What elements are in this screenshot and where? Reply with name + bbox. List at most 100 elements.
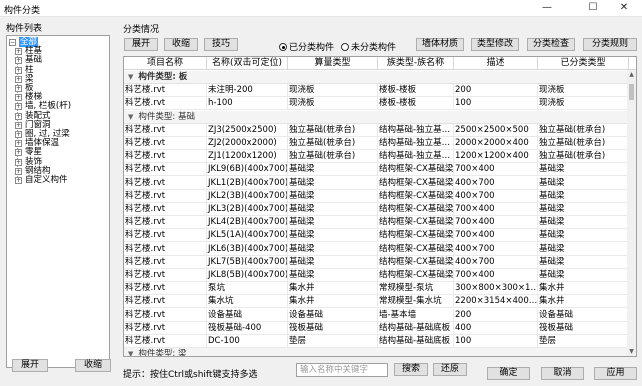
table-cell: 基础梁 <box>288 216 378 230</box>
table-cell: 100 <box>454 97 538 111</box>
close-icon[interactable]: ✕ <box>613 1 635 15</box>
cancel-button[interactable]: 取消 <box>541 367 584 380</box>
table-cell: 300×800×300×1… <box>455 282 538 296</box>
table-cell: 科艺楼.rvt <box>124 97 207 111</box>
component-tree[interactable]: − 全部 + 柱基 + 基础 + 柱 + 梁 + 板 + 楼梯 + 墙, 栏板(杆) + 装配式 + 门窗洞 + 圈, 过… <box>6 35 110 368</box>
wall-material-button[interactable]: 墙体材质 <box>416 38 464 51</box>
expand-node-icon[interactable]: + <box>15 121 22 129</box>
expand-node-icon[interactable]: + <box>15 177 22 184</box>
group-collapse-icon[interactable]: ▼ <box>128 73 133 81</box>
unclassified-radio-label: 未分类构件 <box>351 43 397 53</box>
expand-node-icon[interactable]: + <box>15 140 22 148</box>
table-row[interactable]: 科艺楼.rvt JKL8(5B)(400x700) 基础梁 结构框架-CX基础梁 700… <box>124 269 629 282</box>
expand-node-icon[interactable]: + <box>15 167 22 175</box>
ok-button[interactable]: 确定 <box>487 367 530 380</box>
expand-node-icon[interactable]: + <box>15 158 22 166</box>
collapse-button[interactable]: 收缩 <box>164 38 198 51</box>
table-cell: 基础梁 <box>288 255 378 269</box>
expand-node-icon[interactable]: + <box>15 75 22 83</box>
table-cell: 科艺楼.rvt <box>124 123 207 137</box>
table-cell: 筏板基础 <box>538 321 629 335</box>
table-cell: JKL9(6B)(400x700) <box>208 163 288 177</box>
table-row[interactable]: 科艺楼.rvt DC-100 垫层 结构基础-基础底板 100 垫层 <box>124 335 629 348</box>
tree-collapse-button[interactable]: 收缩 <box>75 359 111 372</box>
restore-button[interactable]: 还原 <box>433 363 467 376</box>
table-row[interactable]: 科艺楼.rvt JKL6(3B)(400x700) 基础梁 结构框架-CX基础梁 400… <box>124 242 629 256</box>
table-row[interactable]: 科艺楼.rvt JKL1(2B)(400x700) 基础梁 结构框架-CX基础梁 400… <box>124 176 629 190</box>
table-row[interactable]: 科艺楼.rvt 未注明-200 现浇板 楼板-楼板 200 现浇板 <box>124 84 629 98</box>
column-header[interactable]: 已分类类型 <box>538 57 629 70</box>
classification-table[interactable]: 项目名称 名称(双击可定位) 算量类型 族类型-族名称 描述 已分类类型 ▼ 构件类型: 板… <box>123 56 637 357</box>
table-row[interactable]: 科艺楼.rvt JKL5(1A)(400x700) 基础梁 结构框架-CX基础梁 700… <box>124 229 629 243</box>
maximize-icon[interactable]: ☐ <box>582 1 604 15</box>
column-header[interactable]: 名称(双击可定位) <box>207 57 288 70</box>
table-row[interactable]: 科艺楼.rvt 设备基础 设备基础 墙-基本墙 200 设备基础 <box>124 308 629 322</box>
table-row[interactable]: 科艺楼.rvt JKL7(5B)(400x700) 基础梁 结构框架-CX基础梁 400… <box>124 255 629 269</box>
group-header-row[interactable]: ▼ 构件类型: 板 <box>124 71 629 84</box>
column-header[interactable]: 族类型-族名称 <box>378 57 454 70</box>
column-header[interactable]: 描述 <box>454 57 538 70</box>
table-row[interactable]: 科艺楼.rvt 筏板基础-400 筏板基础 结构基础-基础底板 400 筏板基础 <box>124 321 629 335</box>
tips-button[interactable]: 技巧 <box>204 38 238 51</box>
table-cell: 结构基础-独立基… <box>378 150 454 164</box>
classify-check-button[interactable]: 分类检查 <box>527 38 575 51</box>
search-button[interactable]: 搜索 <box>394 363 428 376</box>
table-cell: 基础梁 <box>288 229 378 243</box>
table-cell: 独立基础(桩承台) <box>538 137 629 150</box>
table-cell: 独立基础(桩承台) <box>538 123 629 137</box>
unclassified-radio[interactable]: 未分类构件 <box>341 40 396 53</box>
table-row[interactable]: 科艺楼.rvt JKL9(6B)(400x700) 基础梁 结构框架-CX基础梁 700… <box>124 163 629 177</box>
table-cell: 独立基础(桩承台) <box>288 137 378 150</box>
table-cell: 常规模型-集水坑 <box>378 295 454 309</box>
table-cell: 基础梁 <box>288 203 378 216</box>
tree-item[interactable]: + 自定义构件 <box>15 176 68 185</box>
scroll-up-icon[interactable]: ▲ <box>627 70 636 79</box>
expand-button[interactable]: 展开 <box>124 38 158 51</box>
table-cell: 筏板基础-400 <box>207 321 288 335</box>
expand-node-icon[interactable]: + <box>15 103 22 111</box>
scroll-down-icon[interactable]: ▼ <box>627 347 636 356</box>
table-cell: 2000×2000×400 <box>454 137 538 150</box>
search-input[interactable]: 输入名称中关键字 <box>296 363 388 377</box>
classification-title: 分类情况 <box>123 25 160 35</box>
table-row[interactable]: 科艺楼.rvt ZJ1(1200x1200) 独立基础(桩承台) 结构基础-独立基… 1… <box>124 150 629 164</box>
column-header[interactable]: 算量类型 <box>288 57 378 70</box>
table-cell: 基础梁 <box>538 229 629 243</box>
expand-node-icon[interactable]: + <box>15 57 22 65</box>
column-header[interactable]: 项目名称 <box>124 57 207 70</box>
table-row[interactable]: 科艺楼.rvt 泵坑 集水井 常规模型-泵坑 300×800×300×1… 集水井 <box>124 282 629 296</box>
group-collapse-icon[interactable]: ▼ <box>128 113 133 121</box>
classified-radio[interactable]: 已分类构件 <box>279 40 334 53</box>
table-row[interactable]: 科艺楼.rvt JKL4(2B)(400x700) 基础梁 结构框架-CX基础梁 700… <box>124 216 629 230</box>
table-cell: 结构框架-CX基础梁 <box>379 163 454 177</box>
expand-node-icon[interactable]: + <box>15 94 22 102</box>
collapse-node-icon[interactable]: − <box>9 39 16 46</box>
expand-node-icon[interactable]: + <box>15 48 22 56</box>
table-row[interactable]: 科艺楼.rvt 集水坑 集水井 常规模型-集水坑 2200×3154×400… 集水井 <box>124 295 629 309</box>
type-modify-button[interactable]: 类型修改 <box>471 38 519 51</box>
classify-rule-button[interactable]: 分类规则 <box>583 38 637 51</box>
expand-node-icon[interactable]: + <box>15 149 22 157</box>
apply-button[interactable]: 应用 <box>594 367 637 380</box>
expand-node-icon[interactable]: + <box>15 131 22 138</box>
expand-node-icon[interactable]: + <box>15 112 22 120</box>
expand-node-icon[interactable]: + <box>15 85 22 92</box>
group-header-row[interactable]: ▼ 构件类型: 梁 <box>124 348 629 356</box>
vertical-scrollbar[interactable]: ▲ ▼ <box>627 70 636 356</box>
group-header-row[interactable]: ▼ 构件类型: 基础 <box>124 110 629 124</box>
table-cell: 基础梁 <box>538 216 629 230</box>
group-collapse-icon[interactable]: ▼ <box>128 350 133 356</box>
table-row[interactable]: 科艺楼.rvt h-100 现浇板 楼板-楼板 100 现浇板 <box>124 97 629 111</box>
table-row[interactable]: 科艺楼.rvt JKL2(3B)(400x700) 基础梁 结构框架-CX基础梁 400… <box>124 189 629 203</box>
table-row[interactable]: 科艺楼.rvt ZJ3(2500x2500) 独立基础(桩承台) 结构基础-独立基… 2… <box>124 123 629 137</box>
minimize-icon[interactable]: — <box>536 1 558 15</box>
table-cell: 科艺楼.rvt <box>124 176 207 190</box>
table-row[interactable]: 科艺楼.rvt ZJ2(2000x2000) 独立基础(桩承台) 结构基础-独立基… 2… <box>124 137 629 150</box>
expand-node-icon[interactable]: + <box>15 66 22 74</box>
tree-expand-button[interactable]: 展开 <box>12 359 48 372</box>
table-cell: 400×700 <box>454 189 538 203</box>
radio-unselected-icon <box>341 43 349 51</box>
table-row[interactable]: 科艺楼.rvt JKL3(2B)(400x700) 基础梁 结构框架-CX基础梁 700… <box>124 203 629 216</box>
table-cell: 科艺楼.rvt <box>124 242 207 256</box>
scroll-thumb[interactable] <box>629 84 634 100</box>
